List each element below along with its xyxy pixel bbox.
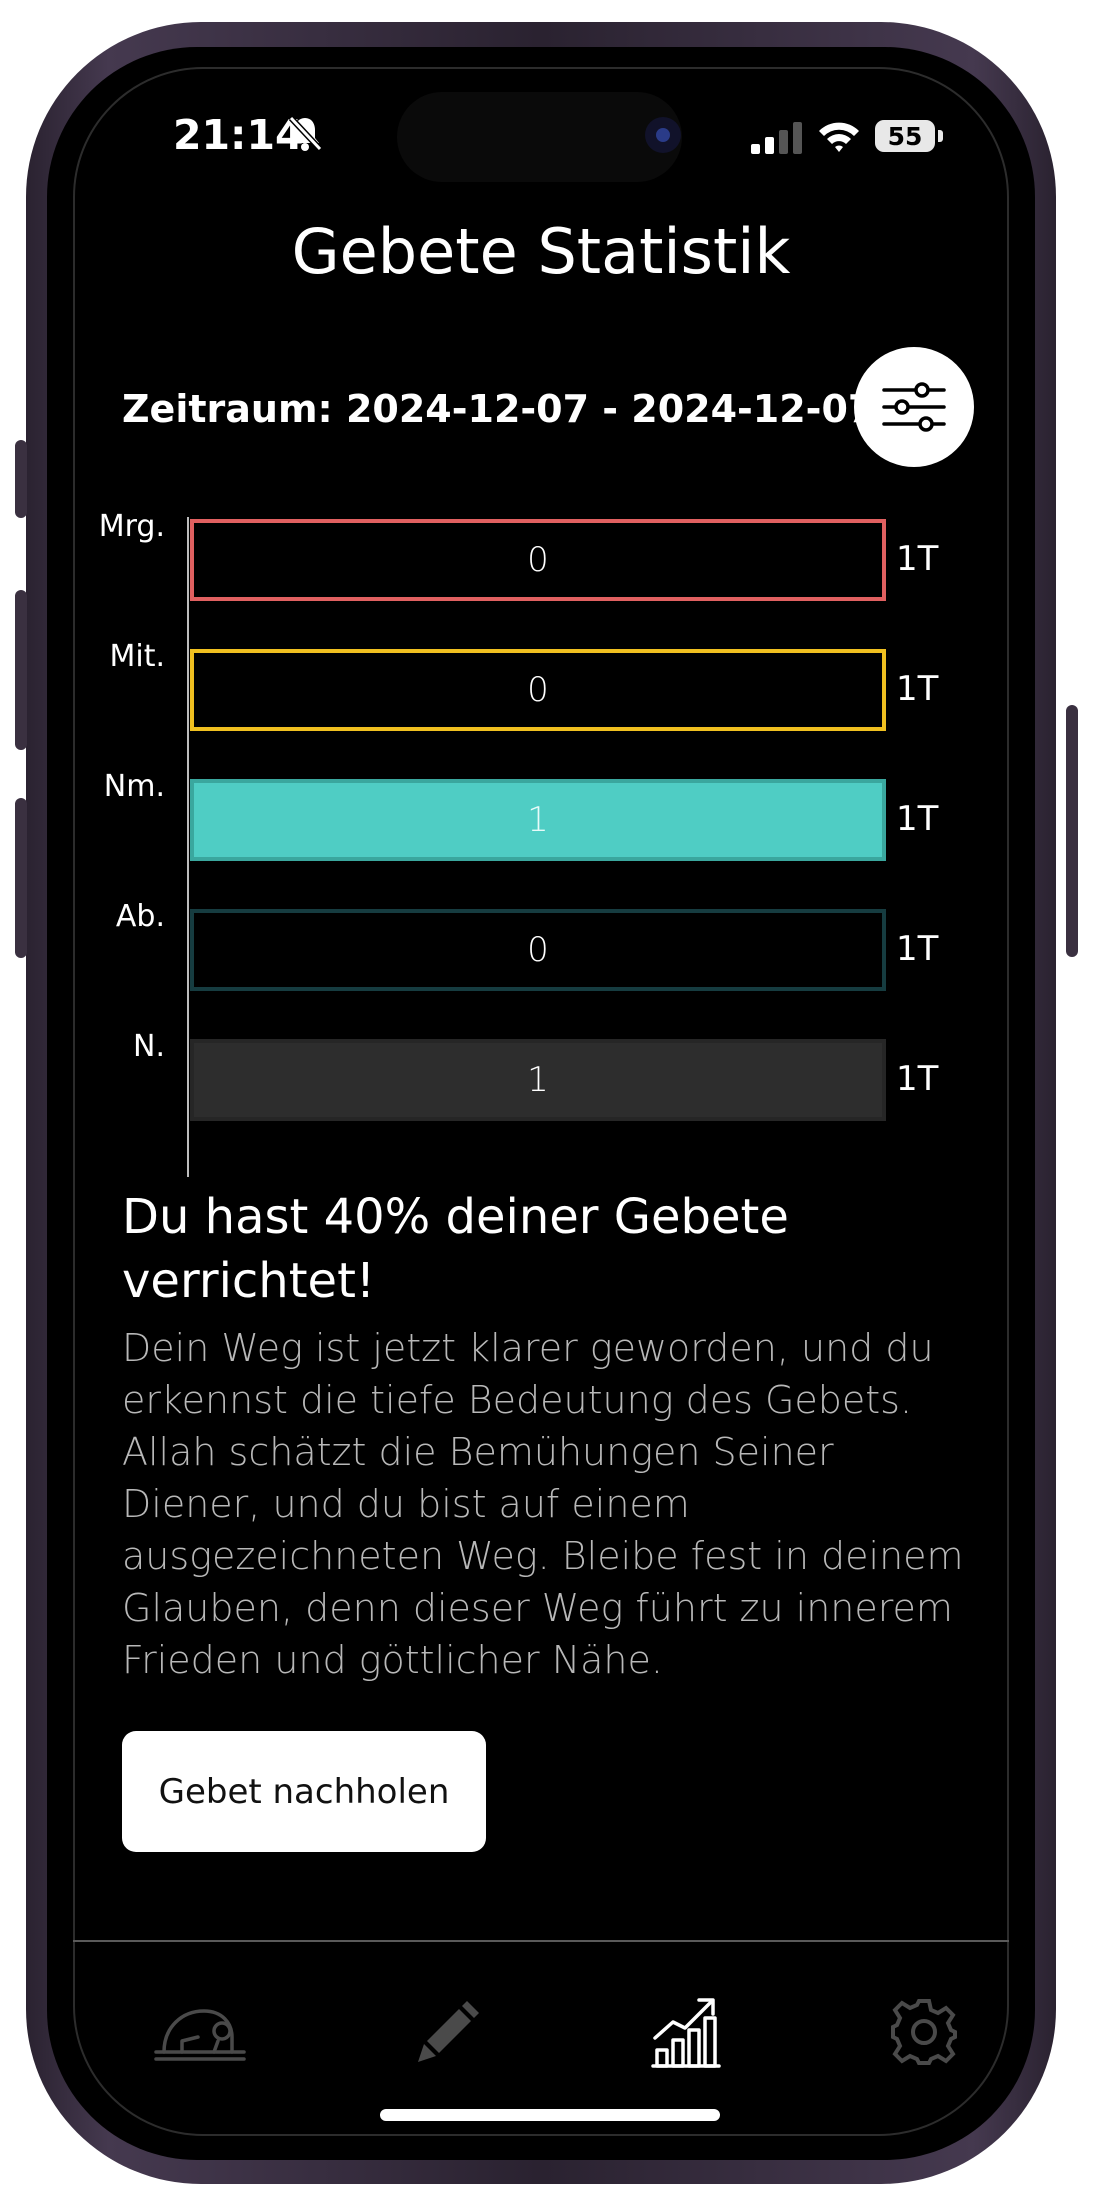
bar-category-label: Mrg.: [98, 509, 165, 544]
sliders-icon: [882, 382, 946, 432]
bar-value-label: 0: [527, 930, 549, 970]
gear-icon: [891, 1999, 957, 2065]
bar-category-label: Nm.: [103, 769, 165, 804]
chart-row: Ab. 0 1T: [47, 899, 1035, 991]
camera-icon: [645, 117, 681, 153]
bar-value-label: 1: [527, 800, 549, 840]
chart-row: Mrg. 0 1T: [47, 509, 1035, 601]
bar-category-label: Mit.: [109, 639, 165, 674]
bar-end-label: 1T: [896, 1059, 939, 1099]
chart-row: Nm. 1 1T: [47, 769, 1035, 861]
action-button: [15, 440, 27, 518]
filter-button[interactable]: [854, 347, 974, 467]
prayer-icon: [154, 2009, 246, 2061]
battery-tip: [938, 130, 943, 142]
volume-down-button: [15, 798, 27, 958]
bar-end-label: 1T: [896, 539, 939, 579]
summary-headline: Du hast 40% deiner Gebete verrichtet!: [122, 1189, 789, 1309]
bar-category-label: Ab.: [115, 899, 165, 934]
bar: 1: [190, 1039, 886, 1121]
battery-indicator: 55: [875, 120, 935, 152]
screen: 21:14 55 Gebete Statistik Zeitraum: 2024…: [47, 47, 1035, 2160]
summary-text: Dein Weg ist jetzt klarer geworden, und …: [122, 1326, 964, 1682]
period-label: Zeitraum: 2024-12-07 - 2024-12-07: [122, 387, 875, 431]
wifi-icon: [819, 122, 859, 152]
bar-value-label: 0: [527, 540, 549, 580]
status-bar: 21:14 55: [47, 47, 1035, 187]
home-indicator: [380, 2109, 720, 2121]
bar: 0: [190, 519, 886, 601]
makeup-prayer-button[interactable]: Gebet nachholen: [122, 1731, 486, 1852]
tab-prayer[interactable]: [145, 1977, 255, 2087]
page-title: Gebete Statistik: [291, 215, 791, 288]
bar-value-label: 0: [527, 670, 549, 710]
chart-row: Mit. 0 1T: [47, 639, 1035, 731]
bar-end-label: 1T: [896, 929, 939, 969]
dynamic-island: [397, 92, 682, 182]
chart-icon: [651, 1998, 721, 2068]
bar-end-label: 1T: [896, 669, 939, 709]
bar-value-label: 1: [527, 1060, 549, 1100]
tab-settings[interactable]: [869, 1977, 979, 2087]
bar-category-label: N.: [133, 1029, 165, 1064]
bar: 1: [190, 779, 886, 861]
pencil-icon: [418, 2001, 479, 2062]
tabbar-divider: [73, 1940, 1009, 1942]
silent-bell-icon: [288, 115, 323, 152]
tab-statistics[interactable]: [631, 1977, 741, 2087]
bar: 0: [190, 649, 886, 731]
cellular-signal-icon: [751, 122, 802, 154]
bar: 0: [190, 909, 886, 991]
status-time: 21:14: [173, 111, 304, 159]
bar-end-label: 1T: [896, 799, 939, 839]
power-button: [1066, 705, 1078, 957]
prayer-bar-chart: Mrg. 0 1T Mit. 0 1T Nm. 1 1T Ab. 0 1T N. 1 1T: [47, 509, 1035, 1177]
tab-log[interactable]: [393, 1977, 503, 2087]
volume-up-button: [15, 590, 27, 750]
chart-row: N. 1 1T: [47, 1029, 1035, 1121]
